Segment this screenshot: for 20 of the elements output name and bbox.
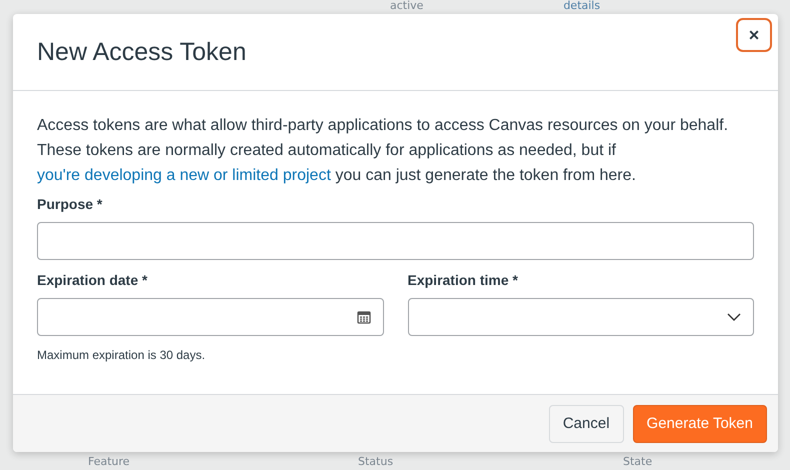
column-header[interactable]: Status <box>358 456 623 470</box>
date-input[interactable] <box>37 298 384 336</box>
column-header[interactable]: State <box>623 456 790 470</box>
expiration-date-label: Expiration date * <box>37 272 148 288</box>
status-text: active <box>390 0 424 12</box>
expiration-hint: Maximum expiration is 30 days. <box>37 348 206 362</box>
time-select[interactable] <box>408 298 754 336</box>
calendar-icon[interactable] <box>356 310 370 324</box>
purpose-label: Purpose * <box>37 196 104 212</box>
generate-token-button[interactable]: Generate Token <box>632 404 767 442</box>
dialog-title: New Access Token <box>37 38 246 66</box>
close-button[interactable]: × <box>736 18 772 52</box>
intro-paragraph: Access tokens are what allow third-party applications to access Canvas resources on your behalf. These tokens are normally created automatically for applications as needed, but if you're developing a new or limited project you can just generate the token from here. <box>37 116 730 186</box>
cancel-button[interactable]: Cancel <box>548 404 624 442</box>
developer-link[interactable]: you're developing a new or limited project <box>37 167 331 184</box>
details-link[interactable]: details <box>563 0 600 12</box>
purpose-input[interactable] <box>37 222 754 260</box>
expiration-time-label: Expiration time * <box>408 272 519 288</box>
column-header[interactable]: Feature <box>88 456 358 470</box>
chevron-down-icon <box>727 313 741 321</box>
